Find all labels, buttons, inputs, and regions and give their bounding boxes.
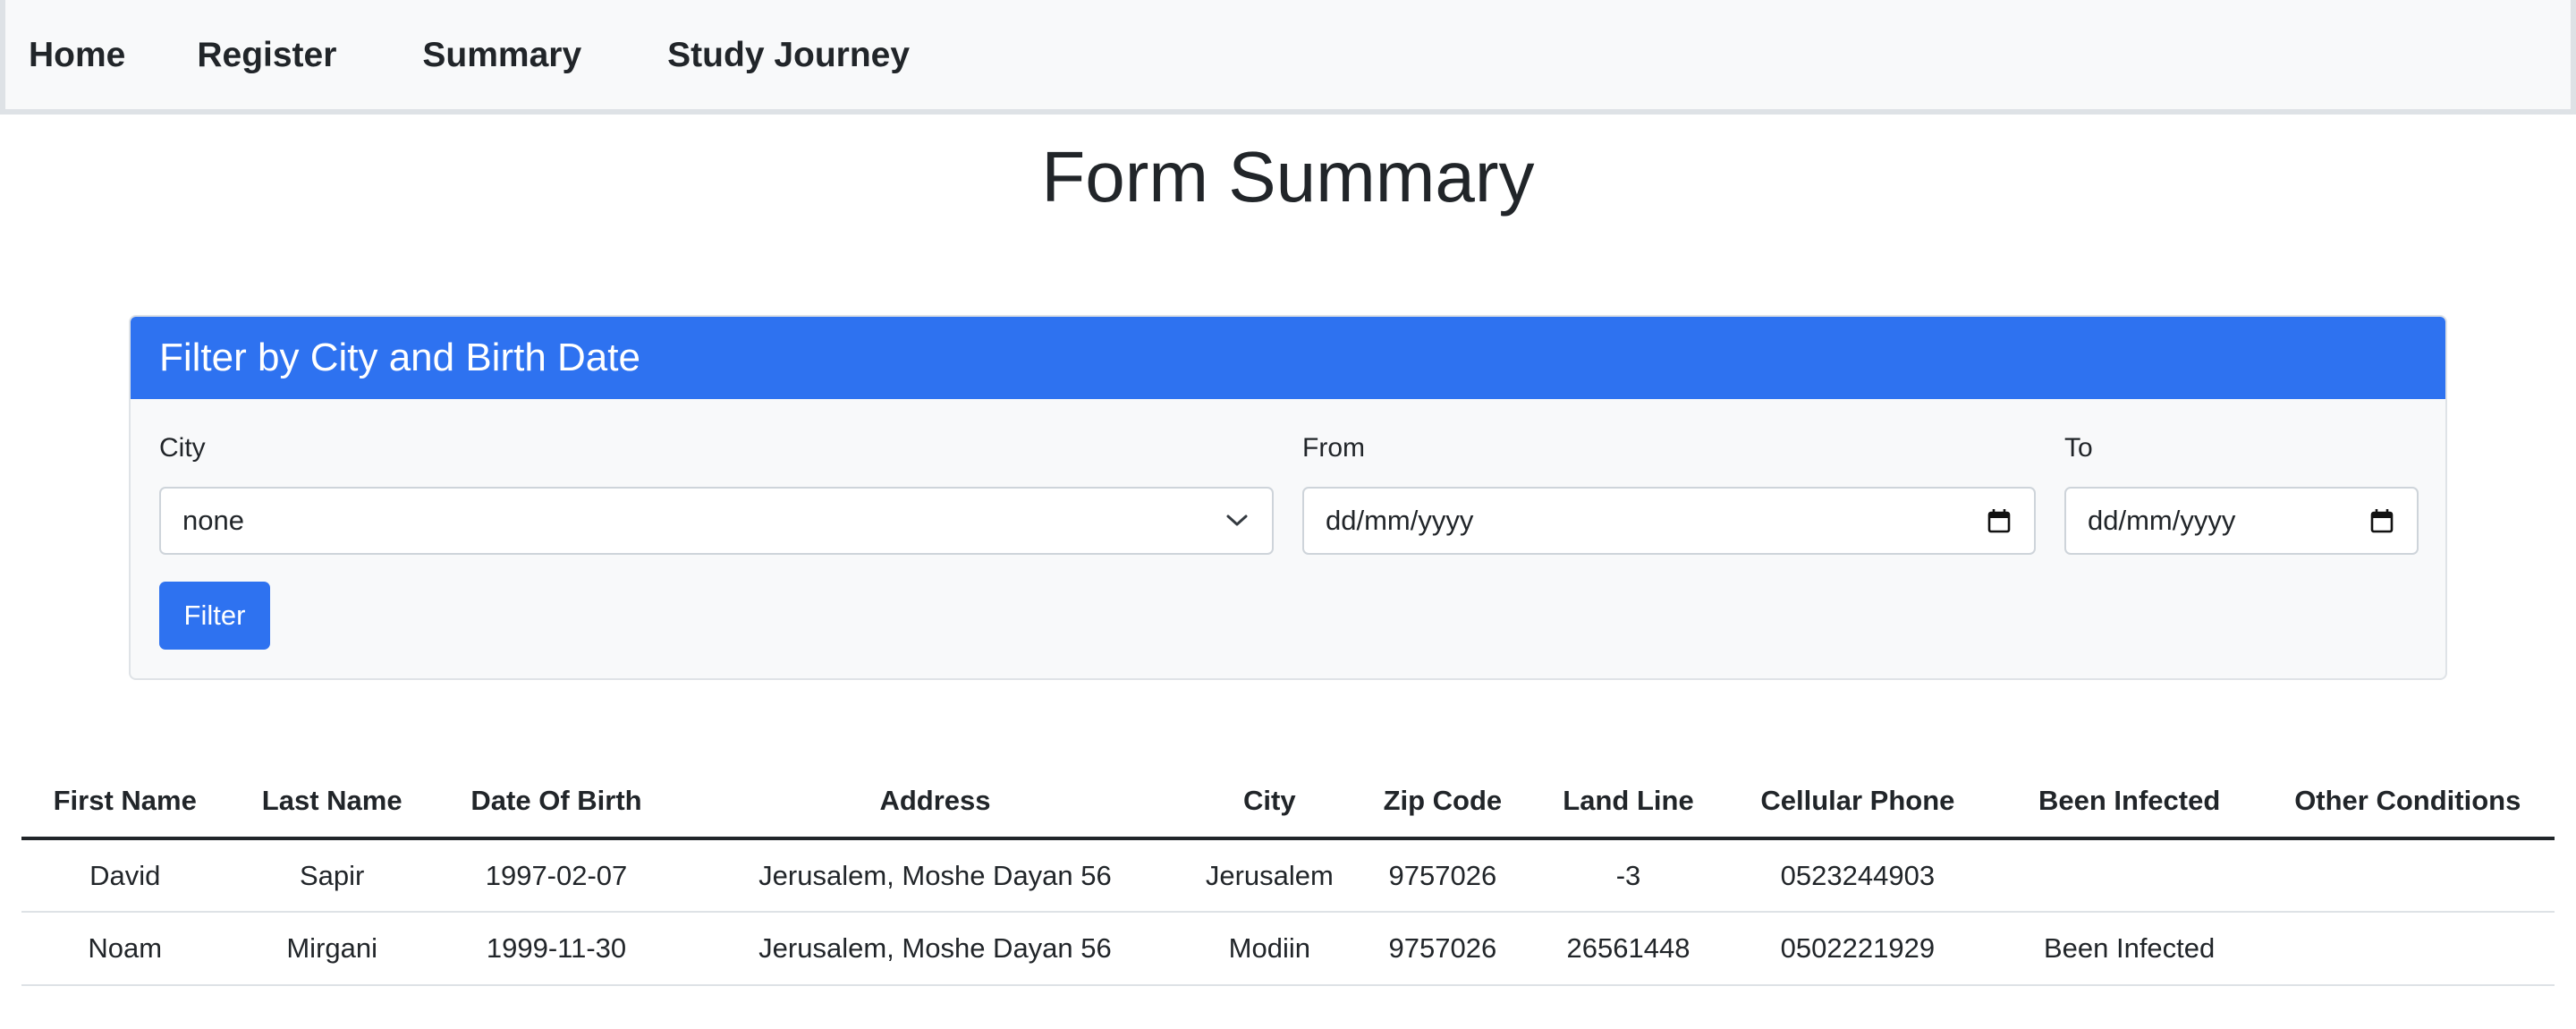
chevron-down-icon	[1224, 507, 1250, 534]
cell-address: Jerusalem, Moshe Dayan 56	[677, 838, 1193, 913]
filter-button[interactable]: Filter	[159, 582, 270, 650]
cell-other-conditions	[2260, 912, 2555, 986]
nav-link-summary[interactable]: Summary	[422, 38, 581, 72]
city-label: City	[159, 433, 206, 463]
cell-cellular-phone: 0523244903	[1717, 838, 1998, 913]
from-date-placeholder: dd/mm/yyyy	[1326, 505, 1474, 536]
col-header-land-line: Land Line	[1538, 765, 1718, 840]
cell-land-line: 26561448	[1538, 912, 1718, 986]
from-label: From	[1302, 433, 1365, 463]
cell-other-conditions	[2260, 838, 2555, 913]
nav-link-home[interactable]: Home	[29, 38, 125, 72]
cell-date-of-birth: 1997-02-07	[435, 838, 678, 913]
table-header-row: First Name Last Name Date Of Birth Addre…	[21, 765, 2555, 840]
cell-zip-code: 9757026	[1345, 912, 1539, 986]
filter-card-header: Filter by City and Birth Date	[131, 317, 2445, 399]
page-title: Form Summary	[1041, 137, 1535, 217]
cell-last-name: Mirgani	[228, 912, 436, 986]
col-header-city: City	[1192, 765, 1346, 840]
cell-date-of-birth: 1999-11-30	[435, 912, 678, 986]
col-header-address: Address	[677, 765, 1193, 840]
city-select-value: none	[182, 505, 244, 536]
nav-link-register[interactable]: Register	[197, 38, 336, 72]
calendar-icon[interactable]	[1986, 507, 2012, 534]
cell-city: Modiin	[1192, 912, 1346, 986]
cell-zip-code: 9757026	[1345, 838, 1539, 913]
col-header-zip-code: Zip Code	[1345, 765, 1539, 840]
col-header-date-of-birth: Date Of Birth	[435, 765, 678, 840]
col-header-other-conditions: Other Conditions	[2260, 765, 2555, 840]
cell-first-name: Noam	[21, 912, 229, 986]
col-header-been-infected: Been Infected	[1997, 765, 2261, 840]
to-date-placeholder: dd/mm/yyyy	[2088, 505, 2236, 536]
col-header-cellular-phone: Cellular Phone	[1717, 765, 1998, 840]
cell-cellular-phone: 0502221929	[1717, 912, 1998, 986]
to-label: To	[2064, 433, 2093, 463]
from-date-input[interactable]: dd/mm/yyyy	[1302, 487, 2036, 555]
cell-first-name: David	[21, 838, 229, 913]
cell-been-infected	[1997, 838, 2261, 913]
table-row: Noam Mirgani 1999-11-30 Jerusalem, Moshe…	[21, 912, 2555, 986]
cell-last-name: Sapir	[228, 838, 436, 913]
summary-table: First Name Last Name Date Of Birth Addre…	[21, 765, 2555, 986]
col-header-first-name: First Name	[21, 765, 229, 840]
filter-card-body: City none From dd/mm/yyyy To dd/mm/yyyy …	[131, 399, 2445, 678]
cell-city: Jerusalem	[1192, 838, 1346, 913]
to-date-input[interactable]: dd/mm/yyyy	[2064, 487, 2419, 555]
filter-card: Filter by City and Birth Date City none …	[129, 315, 2447, 680]
top-navbar: Home Register Summary Study Journey	[0, 0, 2576, 115]
calendar-icon[interactable]	[2368, 507, 2395, 534]
nav-link-study-journey[interactable]: Study Journey	[667, 38, 910, 72]
cell-address: Jerusalem, Moshe Dayan 56	[677, 912, 1193, 986]
col-header-last-name: Last Name	[228, 765, 436, 840]
cell-land-line: -3	[1538, 838, 1718, 913]
city-select[interactable]: none	[159, 487, 1274, 555]
table-row: David Sapir 1997-02-07 Jerusalem, Moshe …	[21, 838, 2555, 913]
cell-been-infected: Been Infected	[1997, 912, 2261, 986]
